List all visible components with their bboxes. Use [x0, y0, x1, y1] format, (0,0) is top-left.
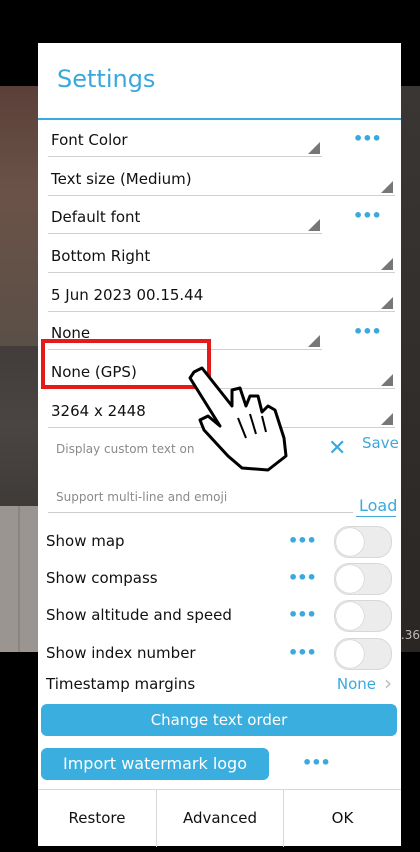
- select-font-row: Default font •••: [48, 200, 393, 234]
- font-color-label: Font Color: [51, 131, 128, 149]
- text-size-select[interactable]: Text size (Medium): [48, 162, 395, 196]
- toggle-row-show-compass: Show compass •••: [46, 561, 396, 595]
- load-button[interactable]: Load: [359, 496, 397, 515]
- font-color-more-icon[interactable]: •••: [353, 129, 382, 148]
- toggle-knob: [336, 640, 364, 668]
- dialog-footer: Restore Advanced OK: [38, 789, 401, 847]
- multiline-input[interactable]: Support multi-line and emoji: [56, 490, 227, 504]
- toggle-knob: [336, 528, 364, 556]
- select-text-size-row: Text size (Medium): [48, 162, 395, 196]
- show-map-toggle[interactable]: [334, 526, 392, 558]
- select-position-row: Bottom Right: [48, 239, 395, 273]
- dropdown-triangle-icon: [381, 297, 393, 309]
- show-index-more-icon[interactable]: •••: [288, 643, 317, 662]
- date-format-label: 5 Jun 2023 00.15.44: [51, 286, 204, 304]
- dropdown-triangle-icon: [308, 142, 320, 154]
- timestamp-margins-row[interactable]: Timestamp margins None ›: [46, 671, 396, 697]
- toggle-knob: [336, 602, 364, 630]
- background-tiles: [0, 506, 40, 652]
- dropdown-triangle-icon: [381, 413, 393, 425]
- advanced-button[interactable]: Advanced: [157, 790, 283, 847]
- show-altitude-more-icon[interactable]: •••: [288, 605, 317, 624]
- save-button[interactable]: Save: [362, 434, 399, 452]
- ok-button[interactable]: OK: [284, 790, 401, 847]
- font-select[interactable]: Default font: [48, 200, 322, 234]
- custom-text-input[interactable]: Display custom text on: [56, 442, 195, 456]
- title-divider: [38, 118, 401, 120]
- timestamp-margins-label: Timestamp margins: [46, 675, 196, 693]
- show-index-label: Show index number: [46, 644, 196, 662]
- font-color-select[interactable]: Font Color: [48, 123, 322, 157]
- show-compass-more-icon[interactable]: •••: [288, 568, 317, 587]
- dropdown-triangle-icon: [308, 219, 320, 231]
- toggle-row-show-index: Show index number •••: [46, 636, 396, 670]
- multiline-underline: [48, 512, 353, 513]
- chevron-right-icon: ›: [384, 671, 392, 695]
- load-underline: [356, 516, 396, 517]
- dropdown-triangle-icon: [381, 181, 393, 193]
- watermark-more-icon[interactable]: •••: [302, 753, 331, 772]
- date-format-select[interactable]: 5 Jun 2023 00.15.44: [48, 278, 395, 312]
- dialog-title: Settings: [57, 65, 156, 93]
- address-more-icon[interactable]: •••: [353, 322, 382, 341]
- dropdown-triangle-icon: [381, 374, 393, 386]
- resolution-label: 3264 x 2448: [51, 402, 146, 420]
- select-font-color-row: Font Color •••: [48, 123, 393, 157]
- position-select[interactable]: Bottom Right: [48, 239, 395, 273]
- font-label: Default font: [51, 208, 141, 226]
- toggle-row-show-map: Show map •••: [46, 524, 396, 558]
- change-text-order-button[interactable]: Change text order: [41, 704, 397, 736]
- background-lamp: [0, 86, 40, 346]
- background-right: [398, 86, 420, 652]
- dropdown-triangle-icon: [308, 335, 320, 347]
- background-scale-text: .36: [400, 628, 420, 642]
- show-compass-label: Show compass: [46, 569, 158, 587]
- show-index-toggle[interactable]: [334, 638, 392, 670]
- show-altitude-toggle[interactable]: [334, 600, 392, 632]
- show-map-more-icon[interactable]: •••: [288, 531, 317, 550]
- toggle-row-show-altitude: Show altitude and speed •••: [46, 598, 396, 632]
- position-label: Bottom Right: [51, 247, 151, 265]
- font-more-icon[interactable]: •••: [353, 206, 382, 225]
- show-map-label: Show map: [46, 532, 125, 550]
- select-date-format-row: 5 Jun 2023 00.15.44: [48, 278, 395, 312]
- clear-icon[interactable]: ✕: [328, 436, 346, 461]
- show-compass-toggle[interactable]: [334, 563, 392, 595]
- toggle-knob: [336, 565, 364, 593]
- import-watermark-logo-button[interactable]: Import watermark logo: [41, 748, 269, 780]
- show-altitude-label: Show altitude and speed: [46, 606, 232, 624]
- dropdown-triangle-icon: [381, 258, 393, 270]
- text-size-label: Text size (Medium): [51, 170, 192, 188]
- timestamp-margins-value: None: [336, 675, 376, 693]
- restore-button[interactable]: Restore: [38, 790, 156, 847]
- pointing-hand-icon: [188, 366, 288, 472]
